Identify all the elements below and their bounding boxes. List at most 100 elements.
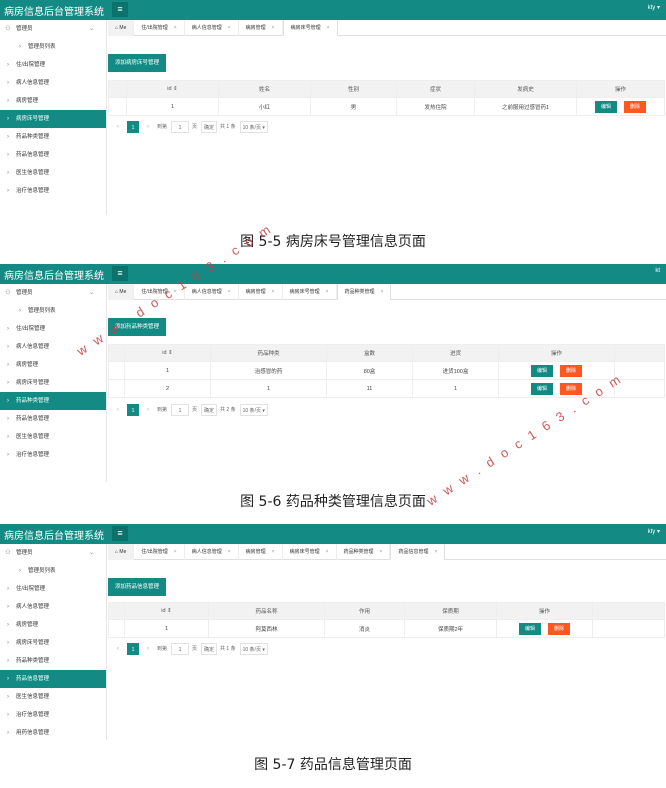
sidebar-item-drug-type[interactable]: › 药品种类管理 — [0, 392, 106, 410]
page-size-select[interactable]: 10 条/页 ▾ — [239, 404, 268, 416]
page-button[interactable]: 1 — [127, 643, 139, 655]
tab-ward[interactable]: 病房管理 × — [239, 284, 283, 300]
sidebar-item-treatment[interactable]: › 治疗信息管理 — [0, 182, 106, 200]
menu-icon[interactable]: ≡ — [112, 526, 128, 541]
sidebar-item-bed[interactable]: › 病房床号管理 — [0, 374, 106, 392]
close-icon[interactable]: × — [381, 289, 384, 295]
tab-bed[interactable]: 病房床号管理 × — [283, 284, 337, 300]
close-icon[interactable]: × — [326, 549, 329, 555]
sidebar-item-doctor[interactable]: › 医生信息管理 — [0, 688, 106, 706]
sidebar-item-patient[interactable]: › 病人信息管理 — [0, 74, 106, 92]
page-size-select[interactable]: 10 条/页 ▾ — [239, 121, 268, 133]
edit-button[interactable]: 编辑 — [530, 364, 553, 377]
tab-admission[interactable]: 住/出院管理 × — [134, 20, 185, 36]
delete-button[interactable]: 删除 — [560, 382, 583, 395]
close-icon[interactable]: × — [326, 289, 329, 295]
prev-page-button[interactable]: < — [112, 404, 124, 416]
row-spacer — [108, 361, 125, 380]
tab-bed[interactable]: 病房床号管理 × — [282, 20, 338, 36]
sidebar-item-treatment[interactable]: › 治疗信息管理 — [0, 446, 106, 464]
page-button[interactable]: 1 — [127, 404, 139, 416]
sidebar-item-drug-info[interactable]: › 药品信息管理 — [0, 146, 106, 164]
tab-ward[interactable]: 病房管理 × — [239, 544, 283, 560]
delete-button[interactable]: 删除 — [624, 100, 647, 113]
sidebar-item-doctor[interactable]: › 医生信息管理 — [0, 164, 106, 182]
sidebar-item-treatment[interactable]: › 治疗信息管理 — [0, 706, 106, 724]
goto-confirm-button[interactable]: 确定 — [201, 404, 218, 416]
sidebar-item-bed[interactable]: › 病房床号管理 — [0, 110, 106, 128]
close-icon[interactable]: × — [228, 549, 231, 555]
close-icon[interactable]: × — [228, 289, 231, 295]
prev-page-button[interactable]: < — [112, 643, 124, 655]
prev-page-button[interactable]: < — [112, 121, 124, 133]
chevron-right-icon: › — [7, 640, 9, 646]
sidebar-item-admin[interactable]: ⚇ 管理员 ⌄ — [0, 544, 106, 562]
tab-home[interactable]: ⌂ Me — [108, 284, 135, 300]
tab-home[interactable]: ⌂ Me — [108, 544, 135, 560]
close-icon[interactable]: × — [174, 25, 177, 31]
sidebar-item-admin-list[interactable]: › 管理员列表 — [0, 302, 106, 320]
user-menu[interactable]: kty ▾ — [648, 528, 660, 535]
tab-drug-type[interactable]: 药品种类管理 × — [336, 284, 392, 300]
sidebar-item-drug-info[interactable]: › 药品信息管理 — [0, 410, 106, 428]
goto-confirm-button[interactable]: 确定 — [201, 643, 218, 655]
tab-drug-type[interactable]: 药品种类管理 × — [337, 544, 391, 560]
tab-admission[interactable]: 住/出院管理 × — [134, 544, 185, 560]
next-page-button[interactable]: > — [142, 643, 154, 655]
column-header[interactable]: id ⇕ — [126, 80, 219, 98]
sidebar-item-drug-type[interactable]: › 药品种类管理 — [0, 652, 106, 670]
tab-patient[interactable]: 病人信息管理 × — [185, 20, 239, 36]
menu-icon[interactable]: ≡ — [112, 266, 128, 281]
edit-button[interactable]: 编辑 — [518, 622, 541, 635]
next-page-button[interactable]: > — [142, 404, 154, 416]
tab-bed[interactable]: 病房床号管理 × — [283, 544, 337, 560]
sidebar-item-medication[interactable]: › 用药信息管理 — [0, 724, 106, 740]
add-bed-button[interactable]: 添加病房床号管理 — [108, 54, 167, 72]
close-icon[interactable]: × — [228, 25, 231, 31]
sidebar-item-drug-info[interactable]: › 药品信息管理 — [0, 670, 106, 688]
tab-patient[interactable]: 病人信息管理 × — [185, 544, 239, 560]
sidebar-item-admission[interactable]: › 住/出院管理 — [0, 56, 106, 74]
user-menu[interactable]: kt — [655, 268, 660, 274]
next-page-button[interactable]: > — [142, 121, 154, 133]
sidebar-item-admin-list[interactable]: › 管理员列表 — [0, 38, 106, 56]
close-icon[interactable]: × — [272, 549, 275, 555]
column-header[interactable]: id ⇕ — [124, 344, 211, 362]
column-header[interactable]: id ⇕ — [124, 602, 209, 620]
sidebar-item-ward[interactable]: › 病房管理 — [0, 616, 106, 634]
sidebar-item-admin-list[interactable]: › 管理员列表 — [0, 562, 106, 580]
goto-page-input[interactable]: 1 — [171, 121, 190, 133]
close-icon[interactable]: × — [327, 25, 330, 31]
sidebar-item-admin[interactable]: ⚇ 管理员 ⌄ — [0, 20, 106, 38]
delete-button[interactable]: 删除 — [560, 364, 583, 377]
sidebar-item-drug-type[interactable]: › 药品种类管理 — [0, 128, 106, 146]
edit-button[interactable]: 编辑 — [594, 100, 617, 113]
menu-icon[interactable]: ≡ — [112, 2, 128, 17]
close-icon[interactable]: × — [272, 25, 275, 31]
add-drug-info-button[interactable]: 添加药品信息管理 — [108, 578, 167, 596]
delete-button[interactable]: 删除 — [548, 622, 571, 635]
close-icon[interactable]: × — [434, 549, 437, 555]
close-icon[interactable]: × — [380, 549, 383, 555]
tab-drug-info[interactable]: 药品信息管理 × — [390, 544, 446, 560]
sidebar-item-ward[interactable]: › 病房管理 — [0, 356, 106, 374]
edit-button[interactable]: 编辑 — [530, 382, 553, 395]
goto-confirm-button[interactable]: 确定 — [201, 121, 218, 133]
page-button[interactable]: 1 — [127, 121, 139, 133]
goto-page-input[interactable]: 1 — [171, 643, 190, 655]
sidebar-item-admin[interactable]: ⚇ 管理员 ⌄ — [0, 284, 106, 302]
sidebar-item-bed[interactable]: › 病房床号管理 — [0, 634, 106, 652]
sidebar-item-admission[interactable]: › 住/出院管理 — [0, 580, 106, 598]
user-menu[interactable]: kty ▾ — [648, 4, 660, 11]
sidebar-item-doctor[interactable]: › 医生信息管理 — [0, 428, 106, 446]
goto-page-input[interactable]: 1 — [171, 404, 190, 416]
chevron-right-icon: › — [7, 80, 9, 86]
page-size-select[interactable]: 10 条/页 ▾ — [239, 643, 268, 655]
tab-home[interactable]: ⌂ Me — [108, 20, 135, 36]
tab-ward[interactable]: 病房管理 × — [239, 20, 283, 36]
sidebar-item-ward[interactable]: › 病房管理 — [0, 92, 106, 110]
sidebar-item-patient[interactable]: › 病人信息管理 — [0, 598, 106, 616]
table-row: 1 治感冒的药 80盒 进货100盒 编辑 删除 — [108, 361, 665, 380]
close-icon[interactable]: × — [272, 289, 275, 295]
close-icon[interactable]: × — [174, 549, 177, 555]
